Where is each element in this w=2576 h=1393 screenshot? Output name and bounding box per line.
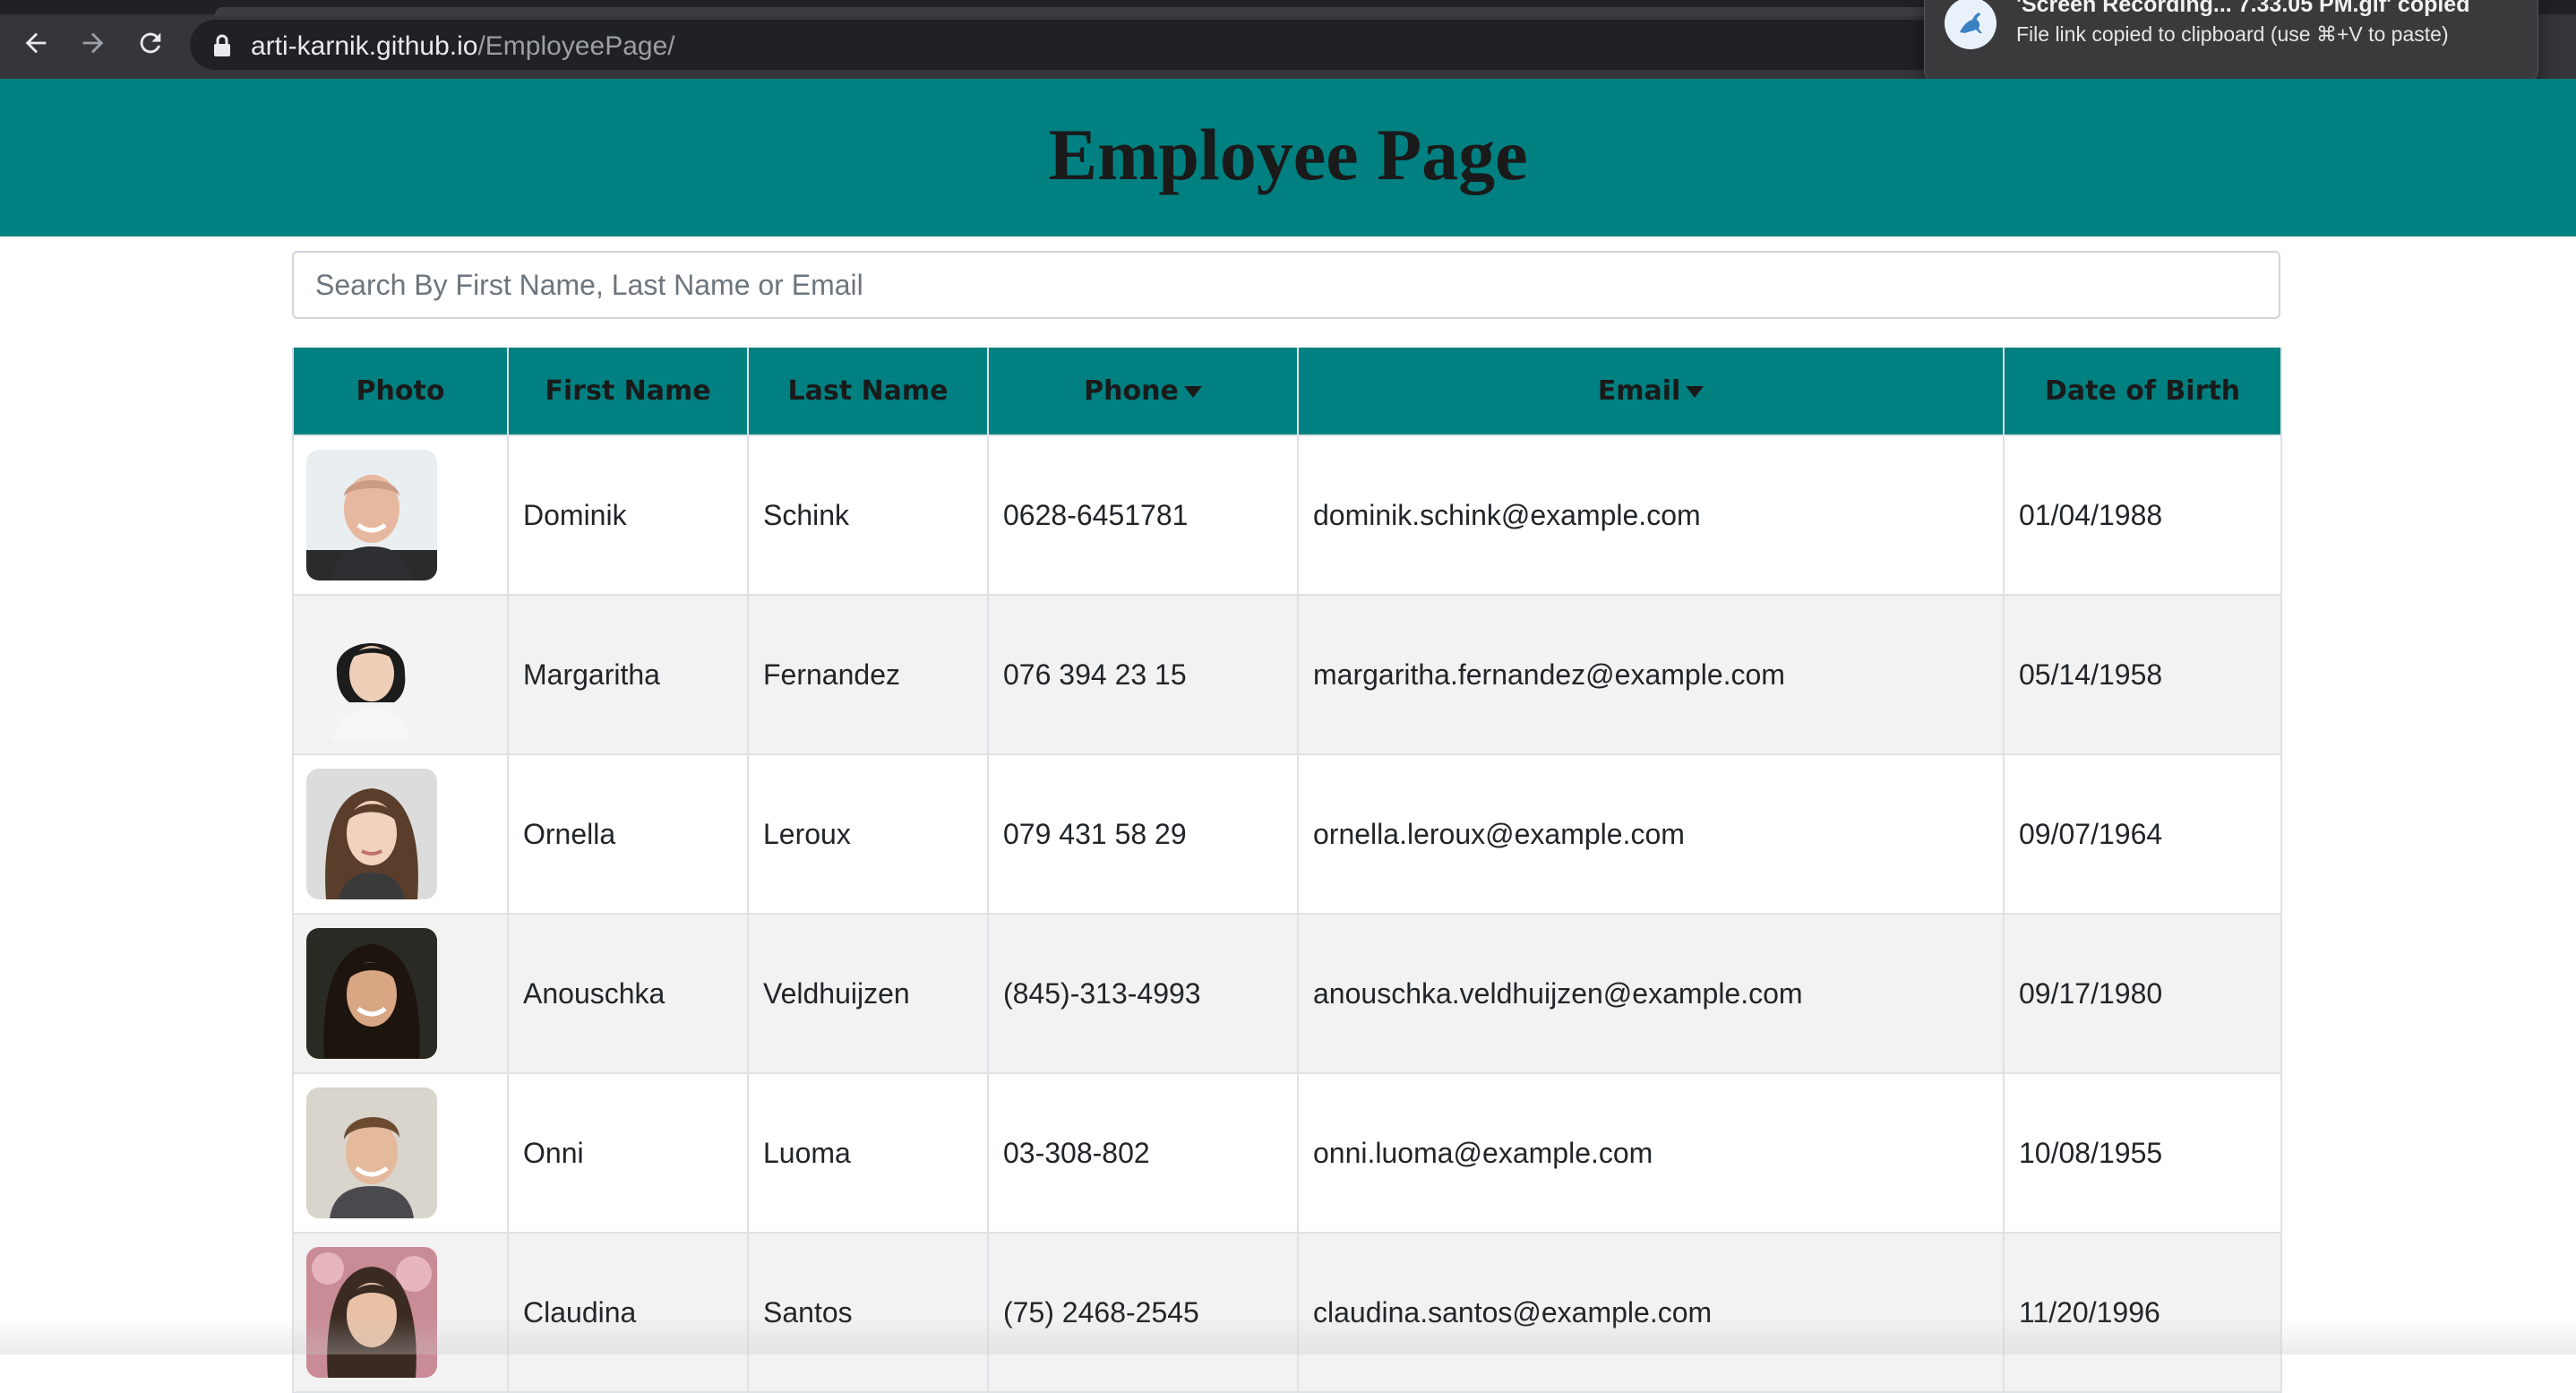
caret-down-icon[interactable]: [1686, 386, 1704, 398]
first-name-cell: Dominik: [507, 434, 749, 596]
avatar: [306, 609, 437, 740]
email-cell: anouschka.veldhuijzen@example.com: [1297, 913, 2005, 1074]
phone-cell: 079 431 58 29: [987, 753, 1299, 915]
arrow-right-icon: [82, 32, 104, 54]
photo-cell: [292, 913, 509, 1074]
reload-icon: [140, 32, 161, 54]
table-header: Photo First Name Last Name Phone Email D…: [292, 348, 2282, 435]
arrow-left-icon: [25, 32, 47, 54]
phone-cell: 076 394 23 15: [987, 594, 1299, 755]
address-bar[interactable]: arti-karnik.github.io/EmployeePage/: [190, 20, 1990, 70]
kangaroo-app-icon: [1945, 0, 1996, 49]
avatar: [306, 1088, 437, 1218]
date-of-birth-cell: 01/04/1988: [2003, 434, 2282, 596]
last-name-cell: Schink: [747, 434, 989, 596]
avatar: [306, 1247, 437, 1378]
date-of-birth-cell: 09/17/1980: [2003, 913, 2282, 1074]
back-button[interactable]: [16, 23, 56, 63]
phone-cell: (75) 2468-2545: [987, 1232, 1299, 1393]
caret-down-icon[interactable]: [1183, 386, 1202, 398]
email-cell: dominik.schink@example.com: [1297, 434, 2005, 596]
photo-cell: [292, 1072, 509, 1234]
avatar: [306, 769, 437, 899]
notification-body: File link copied to clipboard (use ⌘+V t…: [2016, 22, 2449, 46]
table-row: Onni Luoma 03-308-802 onni.luoma@example…: [292, 1072, 2282, 1234]
last-name-cell: Veldhuijzen: [747, 913, 989, 1074]
table-row: Ornella Leroux 079 431 58 29 ornella.ler…: [292, 753, 2282, 915]
lock-icon[interactable]: [211, 34, 233, 57]
last-name-cell: Santos: [747, 1232, 989, 1393]
column-header-phone[interactable]: Phone: [987, 348, 1299, 435]
table-row: Claudina Santos (75) 2468-2545 claudina.…: [292, 1232, 2282, 1393]
date-of-birth-cell: 10/08/1955: [2003, 1072, 2282, 1234]
first-name-cell: Anouschka: [507, 913, 749, 1074]
url-text[interactable]: arti-karnik.github.io/EmployeePage/: [251, 31, 675, 62]
avatar: [306, 928, 437, 1059]
reload-button[interactable]: [131, 23, 170, 63]
photo-cell: [292, 594, 509, 755]
table-row: Margaritha Fernandez 076 394 23 15 marga…: [292, 594, 2282, 755]
column-header-email-label: Email: [1597, 375, 1681, 407]
photo-cell: [292, 753, 509, 915]
email-cell: ornella.leroux@example.com: [1297, 753, 2005, 915]
email-cell: claudina.santos@example.com: [1297, 1232, 2005, 1393]
column-header-first-name: First Name: [507, 348, 749, 435]
avatar: [306, 450, 437, 580]
url-host: arti-karnik.github.io: [251, 31, 478, 61]
table-row: Dominik Schink 0628-6451781 dominik.schi…: [292, 434, 2282, 596]
email-cell: margaritha.fernandez@example.com: [1297, 594, 2005, 755]
date-of-birth-cell: 11/20/1996: [2003, 1232, 2282, 1393]
search-input[interactable]: [292, 251, 2280, 319]
phone-cell: 0628-6451781: [987, 434, 1299, 596]
last-name-cell: Leroux: [747, 753, 989, 915]
column-header-email[interactable]: Email: [1297, 348, 2005, 435]
forward-button[interactable]: [73, 23, 113, 63]
last-name-cell: Fernandez: [747, 594, 989, 755]
url-path: /EmployeePage/: [477, 31, 675, 61]
phone-cell: 03-308-802: [987, 1072, 1299, 1234]
column-header-photo: Photo: [292, 348, 509, 435]
email-cell: onni.luoma@example.com: [1297, 1072, 2005, 1234]
column-header-last-name: Last Name: [747, 348, 989, 435]
column-header-phone-label: Phone: [1084, 375, 1179, 407]
date-of-birth-cell: 09/07/1964: [2003, 753, 2282, 915]
photo-cell: [292, 1232, 509, 1393]
page-title: Employee Page: [1048, 114, 1528, 195]
active-tab[interactable]: [215, 7, 1971, 16]
photo-cell: [292, 434, 509, 596]
page-header: Employee Page: [0, 79, 2576, 236]
notification-title: 'Screen Recording... 7.33.05 PM.gif' cop…: [2016, 0, 2470, 17]
date-of-birth-cell: 05/14/1958: [2003, 594, 2282, 755]
column-header-date-of-birth: Date of Birth: [2003, 348, 2282, 435]
first-name-cell: Onni: [507, 1072, 749, 1234]
phone-cell: (845)-313-4993: [987, 913, 1299, 1074]
first-name-cell: Ornella: [507, 753, 749, 915]
employee-table: Photo First Name Last Name Phone Email D…: [292, 348, 2282, 1393]
notification-toast[interactable]: 'Screen Recording... 7.33.05 PM.gif' cop…: [1924, 0, 2538, 82]
first-name-cell: Claudina: [507, 1232, 749, 1393]
table-row: Anouschka Veldhuijzen (845)-313-4993 ano…: [292, 913, 2282, 1074]
last-name-cell: Luoma: [747, 1072, 989, 1234]
first-name-cell: Margaritha: [507, 594, 749, 755]
